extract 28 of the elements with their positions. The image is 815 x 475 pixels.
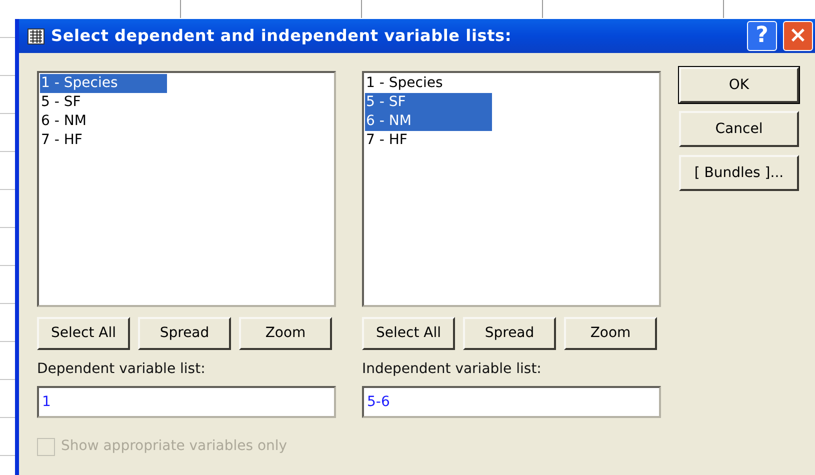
window-title: Select dependent and independent variable lists: [51, 25, 513, 47]
list-button[interactable]: Spread [463, 317, 556, 350]
field-label: Dependent variable list: [37, 360, 206, 379]
list-box[interactable]: 1 - Species 5 - SF 6 - NM 7 - HF [37, 71, 336, 307]
input-field[interactable]: 1 [37, 386, 336, 418]
list-item[interactable]: 5 - SF [40, 93, 167, 112]
dialog-button[interactable]: Cancel [679, 111, 799, 147]
list-item[interactable]: 1 - Species [40, 74, 167, 93]
list-item[interactable]: 7 - HF [365, 131, 492, 150]
dialog-button[interactable]: [ Bundles ]... [679, 155, 799, 191]
list-button[interactable]: Select All [37, 317, 130, 350]
dialog-button[interactable]: OK [679, 67, 799, 103]
close-button[interactable]: × [783, 21, 813, 51]
list-item[interactable]: 6 - NM [365, 112, 492, 131]
field-label: Independent variable list: [362, 360, 542, 379]
list-item[interactable]: 5 - SF [365, 93, 492, 112]
checkbox-label: Show appropriate variables only [61, 437, 288, 456]
list-box[interactable]: 1 - Species 5 - SF 6 - NM 7 - HF [362, 71, 661, 307]
list-button[interactable]: Zoom [564, 317, 657, 350]
input-field[interactable]: 5-6 [362, 386, 661, 418]
list-item[interactable]: 7 - HF [40, 131, 167, 150]
list-button[interactable]: Select All [362, 317, 455, 350]
list-button[interactable]: Zoom [239, 317, 332, 350]
list-item[interactable]: 1 - Species [365, 74, 492, 93]
list-item[interactable]: 6 - NM [40, 112, 167, 131]
list-button[interactable]: Spread [138, 317, 231, 350]
help-button[interactable]: ? [747, 21, 777, 51]
app-icon [27, 27, 45, 45]
